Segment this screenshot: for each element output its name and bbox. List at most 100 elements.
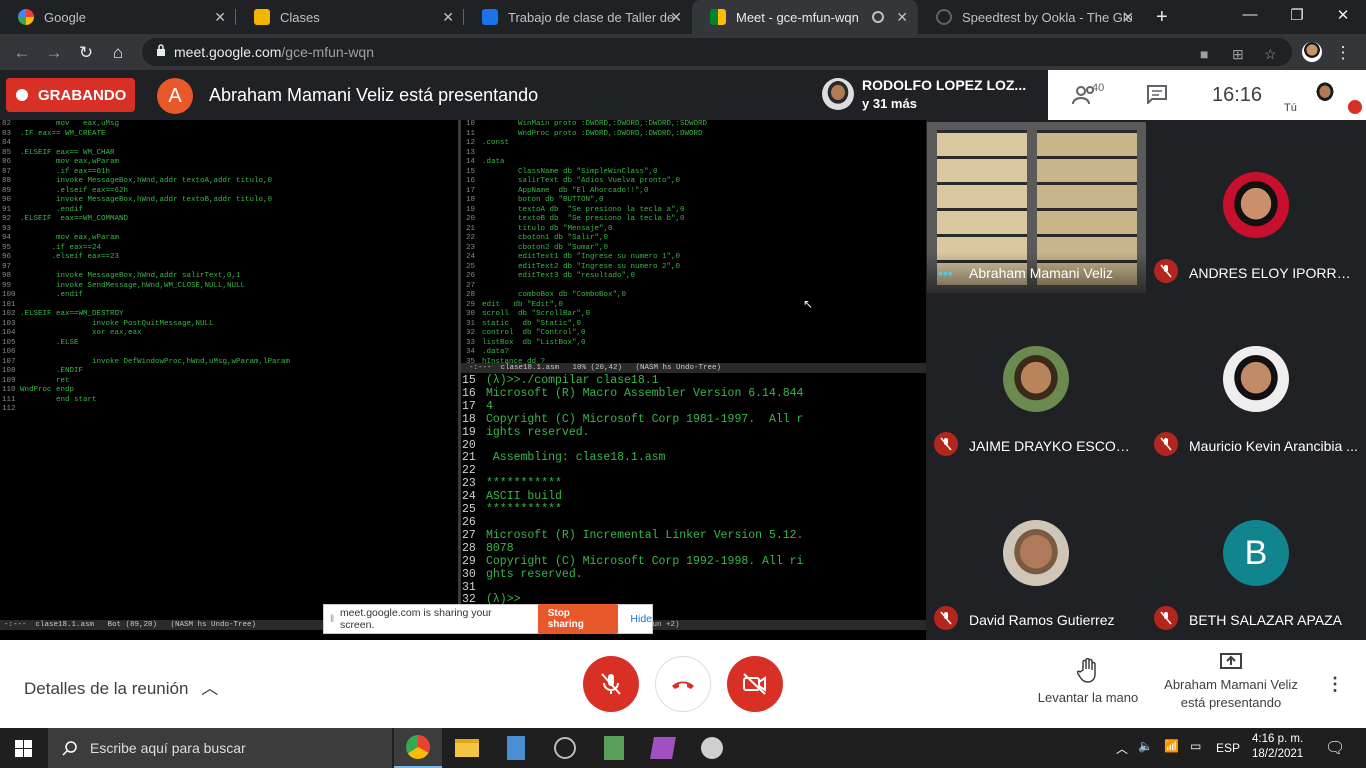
participant-avatar (1003, 520, 1069, 586)
close-icon[interactable]: ✕ (214, 9, 226, 26)
close-icon[interactable]: ✕ (896, 9, 908, 26)
participant-tile[interactable]: B BETH SALAZAR APAZA (1146, 467, 1366, 640)
app-circle-icon[interactable] (541, 728, 589, 768)
volume-icon[interactable]: 🔈 (1138, 739, 1153, 753)
windows-start-icon[interactable] (15, 740, 32, 757)
participant-name: BETH SALAZAR APAZA (1189, 612, 1343, 628)
close-window-button[interactable]: ✕ (1333, 6, 1353, 24)
presenter-avatar: A (157, 78, 193, 114)
drag-handle-icon[interactable]: ‖ (330, 613, 340, 625)
close-icon[interactable]: ✕ (670, 9, 682, 26)
close-icon[interactable]: ✕ (442, 9, 454, 26)
mic-off-icon (1154, 259, 1178, 283)
forward-icon[interactable]: → (44, 43, 64, 63)
translate-icon[interactable]: ⊞ (1232, 46, 1248, 62)
mic-off-icon (1154, 432, 1178, 456)
network-icon[interactable]: 📶 (1164, 739, 1179, 753)
details-label: Detalles de la reunión (24, 679, 189, 698)
paint-icon[interactable] (688, 728, 736, 768)
close-icon[interactable]: ✕ (1122, 9, 1134, 26)
help-book-icon[interactable] (639, 728, 687, 768)
recording-badge: GRABANDO (6, 78, 135, 112)
home-icon[interactable]: ⌂ (108, 43, 128, 63)
record-dot-icon (16, 89, 28, 101)
menu-dots-icon[interactable]: ⋮ (1333, 43, 1353, 63)
participant-tile[interactable]: JAIME DRAYKO ESCOBA... (926, 293, 1146, 466)
presenting-line1: Abraham Mamani Veliz (1164, 677, 1298, 692)
classroom-assignment-icon (482, 9, 498, 25)
modeline-right: -:--- clase18.1.asm 10% (20,42) (NASM hs… (461, 363, 926, 373)
notepad-chart-icon[interactable] (590, 728, 638, 768)
tab-clases[interactable]: Clases ✕ (236, 0, 464, 34)
notifications-icon[interactable]: 🗨 (1325, 738, 1345, 758)
mic-off-icon (1154, 606, 1178, 630)
language-indicator[interactable]: ESP (1216, 741, 1240, 755)
url-host: meet.google.com (174, 44, 282, 60)
present-button[interactable]: Abraham Mamani Veliz está presentando (1156, 652, 1306, 712)
participant-tile[interactable]: Mauricio Kevin Arancibia ... (1146, 293, 1366, 466)
camera-icon[interactable]: ■ (1200, 46, 1216, 62)
classroom-icon (254, 9, 270, 25)
stop-sharing-button[interactable]: Stop sharing (537, 604, 619, 634)
participant-name: David Ramos Gutierrez (969, 612, 1115, 628)
taskbar-search-box[interactable]: Escribe aquí para buscar (48, 728, 392, 768)
meet-controls: Detalles de la reunión ︿ Levantar la man… (0, 640, 1366, 728)
participant-name: ANDRES ELOY IPORRE M... (1189, 265, 1359, 281)
tab-trabajo[interactable]: Trabajo de clase de Taller de ba ✕ (464, 0, 692, 34)
raise-hand-button[interactable]: Levantar la mano (1030, 658, 1146, 705)
chevron-up-icon: ︿ (201, 679, 219, 698)
participant-tile[interactable]: ••• Abraham Mamani Veliz (926, 120, 1147, 293)
self-avatar (1312, 80, 1338, 106)
battery-icon[interactable]: ▭ (1190, 739, 1201, 753)
recording-tab-icon (872, 11, 884, 23)
search-placeholder: Escribe aquí para buscar (90, 740, 246, 756)
screen-share-bar: ‖ meet.google.com is sharing your screen… (323, 604, 653, 634)
mic-off-icon (934, 432, 958, 456)
restore-button[interactable]: ❐ (1287, 6, 1307, 24)
chevron-up-icon[interactable]: ︿ (1116, 740, 1128, 757)
tab-google[interactable]: Google ✕ (0, 0, 236, 34)
chat-icon[interactable] (1146, 84, 1168, 104)
search-icon (62, 741, 77, 756)
mouse-cursor-icon: ↖ (803, 297, 814, 311)
browser-tab-bar: Google ✕ Clases ✕ Trabajo de clase de Ta… (0, 0, 1366, 34)
participant-tile[interactable]: David Ramos Gutierrez (926, 467, 1146, 640)
url-field[interactable]: meet.google.com/gce-mfun-wqn ■ ⊞ ☆ (142, 38, 1292, 66)
hang-up-icon (672, 681, 694, 689)
more-options-icon[interactable]: ⋮ (1326, 674, 1344, 695)
taskbar-clock[interactable]: 4:16 p. m. 18/2/2021 (1252, 732, 1303, 762)
new-tab-button[interactable]: + (1156, 6, 1168, 29)
recording-label: GRABANDO (38, 86, 127, 104)
modeline-left-text: -:--- clase18.1.asm Bot (89,20) (NASM hs… (4, 621, 257, 629)
participant-preview[interactable]: RODOLFO LOPEZ LOZ... y 31 más (815, 72, 1047, 118)
hand-icon (1077, 658, 1096, 683)
file-explorer-icon[interactable] (443, 728, 491, 768)
left-code: mov eax,uMsg .IF eax== WM_CREATE .ELSEIF… (20, 120, 291, 404)
speaking-indicator-icon: ••• (938, 265, 953, 281)
reload-icon[interactable]: ↻ (76, 43, 96, 63)
camera-toggle-button[interactable] (727, 656, 783, 712)
minimize-button[interactable]: — (1240, 6, 1260, 23)
back-icon[interactable]: ← (12, 43, 32, 63)
bookmark-star-icon[interactable]: ☆ (1264, 46, 1280, 62)
leave-call-button[interactable] (655, 656, 711, 712)
tab-speedtest[interactable]: Speedtest by Ookla - The Glob ✕ (918, 0, 1144, 34)
profile-avatar[interactable] (1302, 42, 1322, 62)
mic-toggle-button[interactable] (583, 656, 639, 712)
mic-off-icon (934, 606, 958, 630)
presenting-text: Abraham Mamani Veliz está presentando (209, 85, 539, 105)
chrome-taskbar-icon[interactable] (394, 728, 442, 768)
participant-avatar (1223, 172, 1289, 238)
meeting-details-button[interactable]: Detalles de la reunión ︿ (24, 674, 218, 699)
tab-meet[interactable]: Meet - gce-mfun-wqn ✕ (692, 0, 918, 34)
hide-button[interactable]: Hide (630, 613, 652, 625)
camera-off-icon (743, 673, 766, 695)
participant-name: Abraham Mamani Veliz (969, 265, 1113, 281)
raise-hand-label: Levantar la mano (1037, 690, 1139, 705)
participant-grid: ••• Abraham Mamani Veliz ANDRES ELOY IPO… (926, 120, 1366, 640)
speedtest-icon (936, 9, 952, 25)
presenting-line2: está presentando (1180, 695, 1282, 710)
url-text: meet.google.com/gce-mfun-wqn (174, 44, 374, 60)
calculator-icon[interactable] (492, 728, 540, 768)
participant-tile[interactable]: ANDRES ELOY IPORRE M... (1146, 120, 1366, 293)
